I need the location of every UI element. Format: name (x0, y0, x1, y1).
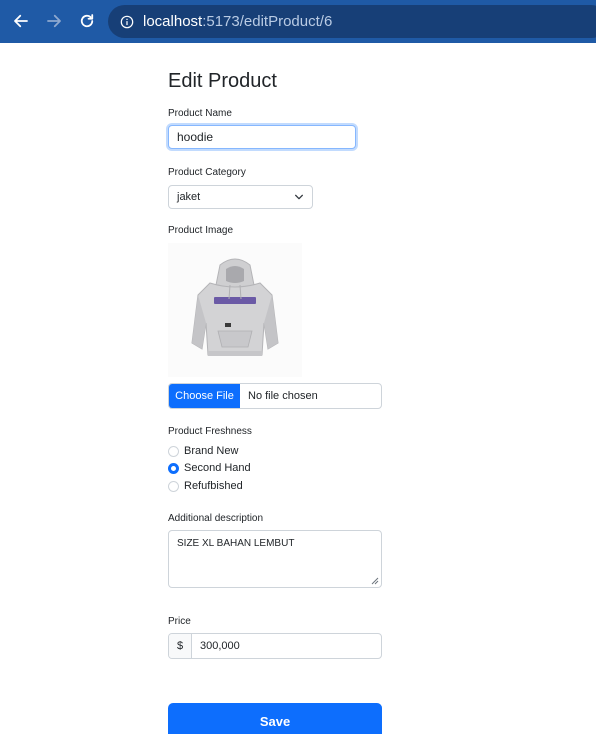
description-label: Additional description (168, 513, 264, 524)
back-arrow-icon (14, 14, 28, 28)
radio-refurbished[interactable]: Refufbished (168, 480, 243, 492)
url-path: :5173/editProduct/6 (202, 13, 333, 30)
radio-label: Brand New (184, 445, 239, 457)
forward-arrow-icon (47, 14, 61, 28)
radio-label: Refufbished (184, 480, 243, 492)
product-image-file-input[interactable]: Choose File No file chosen (168, 383, 382, 409)
address-bar[interactable]: localhost:5173/editProduct/6 (108, 5, 596, 38)
resize-grip-icon[interactable] (371, 577, 379, 585)
price-input-group[interactable]: $ 300,000 (168, 633, 382, 659)
chevron-down-icon (295, 194, 303, 200)
radio-second-hand[interactable]: Second Hand (168, 462, 251, 474)
back-button[interactable] (9, 9, 33, 33)
save-button[interactable]: Save (168, 703, 382, 734)
product-image-preview (168, 243, 302, 377)
url-host: localhost (143, 13, 203, 30)
product-name-label: Product Name (168, 108, 232, 119)
description-value: SIZE XL BAHAN LEMBUT (177, 538, 295, 549)
description-textarea[interactable]: SIZE XL BAHAN LEMBUT (168, 530, 382, 588)
currency-prefix: $ (169, 634, 192, 658)
radio-brand-new[interactable]: Brand New (168, 445, 238, 457)
radio-button[interactable] (168, 480, 179, 492)
forward-button[interactable] (42, 9, 66, 33)
product-name-input[interactable] (168, 125, 356, 149)
reload-icon (80, 14, 94, 28)
product-category-value: jaket (177, 191, 201, 203)
browser-toolbar: localhost:5173/editProduct/6 (0, 0, 596, 43)
radio-button[interactable] (168, 445, 179, 457)
info-icon[interactable] (120, 15, 134, 29)
hoodie-image (191, 258, 279, 356)
product-freshness-label: Product Freshness (168, 426, 252, 437)
file-status-text: No file chosen (248, 390, 318, 402)
product-image-label: Product Image (168, 225, 234, 236)
product-category-label: Product Category (168, 167, 246, 178)
choose-file-button[interactable]: Choose File (169, 384, 240, 408)
page-title: Edit Product (168, 70, 277, 92)
reload-button[interactable] (75, 9, 99, 33)
radio-label: Second Hand (184, 462, 251, 474)
product-category-select[interactable]: jaket (168, 185, 313, 209)
price-input[interactable]: 300,000 (192, 634, 240, 658)
radio-button[interactable] (168, 462, 179, 474)
price-label: Price (168, 616, 191, 627)
